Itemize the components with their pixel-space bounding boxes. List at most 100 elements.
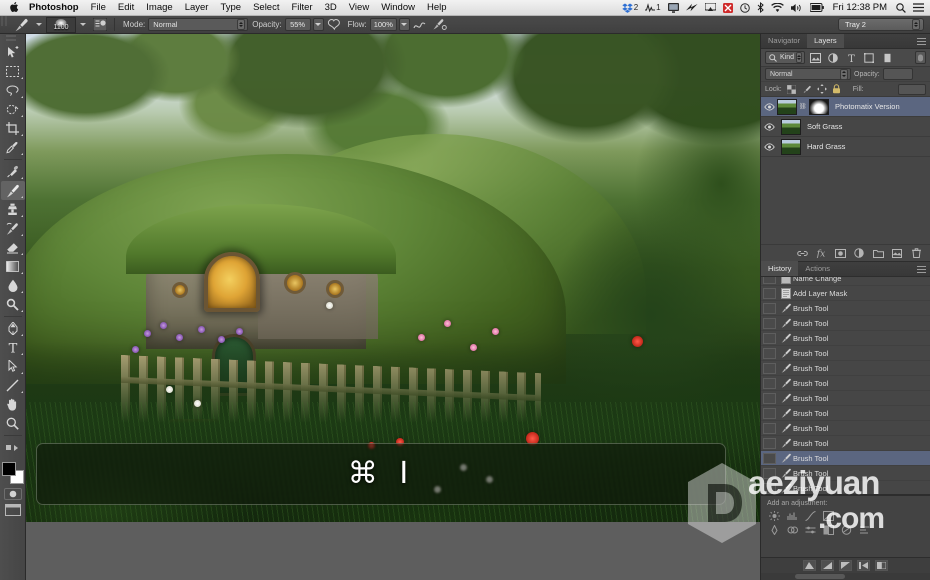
flow-input[interactable]: 100% [369,18,397,31]
history-snapshot-box[interactable] [763,332,776,344]
adjustment-preset-3-icon[interactable] [839,560,852,571]
filter-toggle-switch[interactable] [915,51,926,64]
wifi-icon[interactable] [770,0,784,16]
foreground-color-swatch[interactable] [1,462,16,476]
alert-icon[interactable] [722,0,733,16]
menu-item-edit[interactable]: Edit [112,0,140,16]
layer-thumbnail[interactable] [781,118,801,135]
lock-position-icon[interactable] [816,84,827,94]
history-snapshot-box[interactable] [763,467,776,479]
layer-list[interactable]: ⛓ Photomatix Version Soft Grass Hard Gra… [761,97,930,244]
brush-tool-icon[interactable] [10,17,32,33]
new-adjustment-layer-icon[interactable] [853,247,865,259]
dock-scrollbar-thumb[interactable] [794,574,846,579]
toggle-visibility-icon[interactable] [875,560,888,571]
blend-mode-select[interactable]: Normal [148,18,249,31]
layer-style-fx-icon[interactable]: fx [815,247,827,259]
document-area[interactable]: ⌘ I [26,34,760,580]
menu-bar-clock[interactable]: Fri 12:38 PM [831,2,889,13]
history-snapshot-box[interactable] [763,362,776,374]
history-entry[interactable]: Add Layer Mask [761,286,930,301]
layer-visibility-icon[interactable] [761,142,777,151]
photo-filter-icon[interactable] [840,524,852,535]
layer-blend-mode-select[interactable]: Normal [765,68,851,80]
pen-tool[interactable] [1,319,25,338]
tab-layers[interactable]: Layers [807,33,844,48]
levels-icon[interactable] [786,510,798,521]
menu-item-window[interactable]: Window [375,0,421,16]
history-snapshot-box[interactable] [763,437,776,449]
history-entry[interactable]: Brush Tool [761,391,930,406]
history-list[interactable]: Name Change Add Layer Mask Brush Tool Brush… [761,277,930,494]
history-entry[interactable]: Brush Tool [761,406,930,421]
history-entry[interactable]: Brush Tool [761,301,930,316]
toolbar-grip[interactable] [0,35,25,43]
timemachine-icon[interactable] [739,0,750,16]
history-snapshot-box[interactable] [763,277,776,284]
options-bar-grip[interactable] [0,15,8,34]
menu-item-photoshop[interactable]: Photoshop [27,0,85,16]
lock-all-icon[interactable] [832,84,842,94]
brush-preset-picker-icon[interactable] [92,17,108,33]
layer-thumbnail[interactable] [777,98,797,115]
eyedropper-tool[interactable] [1,138,25,157]
adjustment-preset-2-icon[interactable] [821,560,834,571]
type-tool[interactable]: T [1,338,25,357]
type-filter-icon[interactable]: T [843,51,859,64]
lock-transparency-icon[interactable] [787,84,797,94]
tablet-pressure-icon[interactable] [432,17,448,33]
history-entry[interactable]: Brush Tool [761,481,930,494]
tab-actions[interactable]: Actions [798,261,837,276]
history-entry[interactable]: Brush Tool [761,316,930,331]
history-entry[interactable]: Brush Tool [761,466,930,481]
spot-healing-brush-tool[interactable] [1,162,25,181]
history-entry[interactable]: Brush Tool [761,436,930,451]
image-canvas[interactable]: ⌘ I [26,34,760,522]
history-snapshot-box[interactable] [763,452,776,464]
history-snapshot-box[interactable] [763,347,776,359]
dock-scrollbar[interactable] [761,573,930,580]
menu-item-type[interactable]: Type [214,0,247,16]
layer-mask-link-icon[interactable]: ⛓ [799,103,807,110]
layer-mask-thumbnail[interactable] [809,98,829,115]
pixel-filter-icon[interactable] [807,51,823,64]
history-snapshot-box[interactable] [763,407,776,419]
layer-name[interactable]: Hard Grass [807,142,845,151]
opacity-slider-button[interactable] [312,18,324,31]
dropbox-icon[interactable]: 2 [622,0,638,16]
brush-tool[interactable] [0,181,25,200]
menu-item-select[interactable]: Select [247,0,285,16]
hand-tool[interactable] [1,395,25,414]
airplay-icon[interactable] [704,0,716,16]
path-selection-tool[interactable] [1,357,25,376]
hue-saturation-icon[interactable] [786,524,798,535]
layer-visibility-icon[interactable] [761,102,777,111]
layer-row-soft-grass[interactable]: Soft Grass [761,117,930,137]
history-entry[interactable]: Brush Tool [761,331,930,346]
history-snapshot-box[interactable] [763,377,776,389]
flow-slider-button[interactable] [398,18,410,31]
menu-item-3d[interactable]: 3D [319,0,343,16]
history-snapshot-box[interactable] [763,392,776,404]
history-snapshot-box[interactable] [763,482,776,494]
layer-fill-input[interactable] [898,83,926,95]
volume-icon[interactable] [790,0,803,16]
battery-icon[interactable] [809,0,824,16]
smartobject-filter-icon[interactable] [879,51,895,64]
brush-panel-chevron-icon[interactable] [80,23,86,26]
blur-tool[interactable] [1,276,25,295]
line-shape-tool[interactable] [1,376,25,395]
exposure-icon[interactable] [822,510,834,521]
channel-mixer-icon[interactable] [858,524,870,535]
airbrush-icon[interactable] [326,17,342,33]
display-icon[interactable] [667,0,679,16]
clone-stamp-tool[interactable] [1,200,25,219]
apple-icon[interactable] [0,0,27,16]
new-group-icon[interactable] [872,247,884,259]
spotlight-icon[interactable] [896,0,906,16]
link-layers-icon[interactable] [796,247,808,259]
menu-item-filter[interactable]: Filter [285,0,318,16]
lock-image-icon[interactable] [802,84,812,94]
layers-panel-menu-icon[interactable] [916,37,927,46]
quick-selection-tool[interactable] [1,100,25,119]
